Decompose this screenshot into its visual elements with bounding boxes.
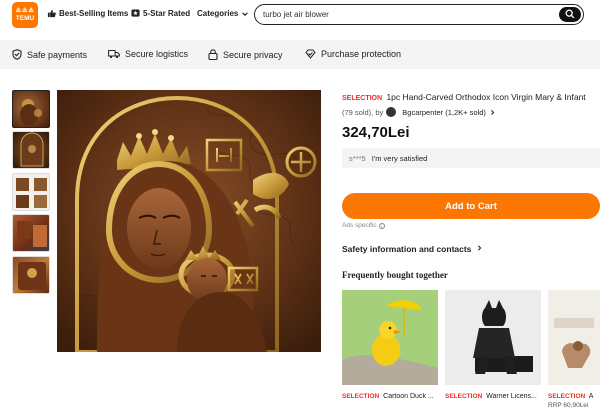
seller-avatar [386, 107, 397, 117]
thumbs-up-icon [47, 9, 56, 18]
nav-five-star-label: 5-Star Rated [143, 9, 191, 18]
selection-badge: SELECTION [548, 393, 586, 400]
chevron-right-icon [477, 245, 482, 251]
icon-carving-illustration [57, 90, 321, 352]
truck-icon [108, 50, 120, 59]
related-product-name: A [588, 393, 594, 400]
frequently-bought-heading: Frequently bought together [342, 270, 448, 280]
review-user: s***5 [349, 153, 366, 163]
safety-info-link[interactable]: Safety information and contacts [342, 244, 483, 254]
product-page: ≗≗≗ TEMU Best-Selling Items 5-Star Rated… [0, 0, 600, 409]
related-product-label[interactable]: SELECTION A [548, 393, 600, 400]
search-icon [565, 9, 575, 19]
review-snippet[interactable]: s***5 I'm very satisfied [342, 148, 600, 168]
safety-info-label: Safety information and contacts [342, 244, 472, 254]
info-icon: i [378, 222, 385, 229]
selection-badge: SELECTION [445, 393, 483, 400]
nav-best-selling[interactable]: Best-Selling Items [47, 9, 128, 18]
related-product-image[interactable] [445, 290, 541, 385]
duck-statue-icon [342, 290, 438, 385]
gallery-thumbnail[interactable] [12, 173, 50, 211]
add-to-cart-button[interactable]: Add to Cart [342, 193, 600, 219]
trust-bar: Safe payments Secure logistics Secure pr… [0, 40, 600, 69]
sold-count: (79 sold), by [342, 107, 384, 117]
temu-logo[interactable]: ≗≗≗ TEMU [12, 2, 38, 28]
related-product-name: Warner Licens... [486, 393, 537, 400]
logo-text: TEMU [15, 15, 35, 23]
product-price: 324,70Lei [342, 124, 410, 141]
search-input[interactable] [263, 8, 543, 21]
gallery-thumbnail[interactable] [12, 214, 50, 252]
decor-item-icon [548, 290, 600, 385]
thumbnail-icon-carving-detail [18, 262, 46, 290]
related-product-image[interactable] [342, 290, 438, 385]
product-title: SELECTION 1pc Hand-Carved Orthodox Icon … [342, 92, 600, 102]
batman-figure-icon [445, 290, 541, 385]
shield-check-icon [12, 49, 22, 60]
trust-secure-logistics-label: Secure logistics [125, 49, 189, 59]
selection-badge: SELECTION [342, 95, 383, 102]
chevron-right-icon [490, 109, 495, 115]
gallery-thumbnail[interactable] [12, 90, 50, 128]
logo-mark: ≗≗≗ [15, 7, 35, 15]
trust-secure-privacy-label: Secure privacy [223, 49, 283, 60]
nav-categories-label: Categories [197, 9, 239, 18]
product-title-text: 1pc Hand-Carved Orthodox Icon Virgin Mar… [386, 92, 586, 102]
sold-info: (79 sold), by Bgcarpenter (1,2K+ sold) [342, 107, 496, 117]
trust-safe-payments[interactable]: Safe payments [12, 49, 87, 60]
related-product-label[interactable]: SELECTION Cartoon Duck ... [342, 393, 438, 400]
thumbnail-icon-grid [16, 178, 47, 208]
chevron-down-icon [242, 11, 249, 16]
ads-specific[interactable]: Ads specific i [342, 222, 385, 229]
gallery-thumbnail[interactable] [12, 256, 50, 294]
thumbnail-icon-collage [17, 221, 47, 247]
main-product-image[interactable] [57, 90, 321, 352]
review-text: I'm very satisfied [371, 153, 428, 163]
diamond-tag-icon [305, 49, 316, 59]
related-product-rrp: RRP 60,90Lei [548, 402, 589, 409]
selection-badge: SELECTION [342, 393, 380, 400]
nav-best-selling-label: Best-Selling Items [59, 9, 129, 18]
gallery-thumbnail[interactable] [12, 131, 50, 169]
thumbnail-icon-carving [20, 99, 42, 126]
trust-purchase-protection-label: Purchase protection [321, 49, 402, 59]
lock-icon [208, 49, 218, 60]
related-product-name: Cartoon Duck ... [383, 393, 434, 400]
trust-secure-logistics[interactable]: Secure logistics [108, 49, 188, 59]
search-button[interactable] [559, 6, 581, 22]
thumbnail-icon-carving-angle [20, 132, 44, 167]
nav-categories[interactable]: Categories [197, 9, 249, 18]
ads-specific-label: Ads specific [342, 222, 377, 229]
related-product-image[interactable] [548, 290, 600, 385]
header: ≗≗≗ TEMU Best-Selling Items 5-Star Rated… [0, 0, 600, 30]
seller-link[interactable]: Bgcarpenter (1,2K+ sold) [402, 108, 486, 117]
nav-five-star[interactable]: 5-Star Rated [131, 9, 190, 18]
trust-safe-payments-label: Safe payments [27, 49, 88, 60]
star-rated-icon [131, 9, 140, 17]
related-product-label[interactable]: SELECTION Warner Licens... [445, 393, 541, 400]
trust-purchase-protection[interactable]: Purchase protection [305, 49, 401, 59]
search-bar[interactable] [254, 4, 584, 25]
trust-secure-privacy[interactable]: Secure privacy [208, 49, 283, 60]
